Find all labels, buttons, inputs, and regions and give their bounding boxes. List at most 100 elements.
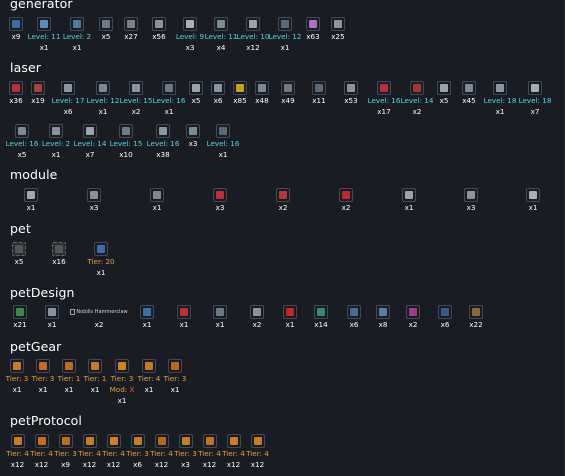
item-count: x4 [216,43,226,52]
module-items: x1 x3 x1 x3 x2 x2 x1 x3 x1 [6,182,558,213]
item-count: x1 [285,320,295,329]
generator-item: x5 [95,11,117,42]
generator-item-icon [9,17,23,31]
petGear-item: Tier: 1 x1 [58,353,80,395]
laser-item: Level: 14 x2 [401,75,433,117]
item-level: Level: 10 [236,32,270,41]
petDesign-item-icon [469,305,483,319]
item-count: x1 [51,150,61,159]
laser-item: Level: 14 x7 [74,118,106,160]
item-level: Level: 2 [41,139,71,148]
petProtocol-item-icon [178,434,193,448]
laser-item: Level: 16 x38 [146,118,180,160]
section-title-petProtocol: petProtocol [10,413,82,428]
laser-item: Level: 18 x1 [484,75,516,117]
item-count: x3 [466,203,476,212]
item-tier: Tier: 4 [150,449,173,458]
item-tier: Tier: 20 [87,257,115,266]
module-item: x1 [508,182,558,213]
petDesign-item-icon [376,305,390,319]
item-count: x5 [101,32,111,41]
petDesign-item-icon [347,305,361,319]
laser-item-icon [15,124,29,138]
module-item-icon [150,188,164,202]
petProtocol-item: Tier: 4 x12 [78,428,101,470]
petDesign-item: x1 [166,299,202,330]
module-item-icon [402,188,416,202]
item-count: x1 [164,107,174,116]
item-level: Level: 11 [27,32,61,41]
module-item-icon [87,188,101,202]
generator-item: Level: 2 x1 [62,11,92,53]
laser-item: Level: 16 x5 [6,118,38,160]
item-tier: Tier: 3 [163,374,187,383]
laser-items-row-1: x36 x19 Level: 17 x6 Level: 12 x1 Level: 15 x2 L… [6,75,552,117]
item-level: Level: 16 [152,96,186,105]
petGear-item-icon [168,359,182,373]
petProtocol-item-icon [154,434,169,448]
item-count: x1 [179,320,189,329]
laser-item-icon [119,124,133,138]
petDesign-item: x1 [129,299,165,330]
laser-item-icon [96,81,110,95]
petDesign-item: x6 [430,299,460,330]
petProtocol-item: Tier: 3 x9 [54,428,77,470]
item-tier: Tier: 3 [31,374,55,383]
petProtocol-item: Tier: 4 x12 [30,428,53,470]
item-count: x6 [440,320,450,329]
item-count: x5 [439,96,449,105]
laser-item-icon [162,81,176,95]
pet-item-icon [94,242,108,256]
laser-item-icon [186,124,200,138]
pet-item-icon [52,242,66,256]
petDesign-item: x6 [339,299,369,330]
item-count: x85 [233,96,247,105]
laser-item-icon [462,81,476,95]
item-count: x12 [106,460,121,469]
generator-item: Level: 11 x1 [27,11,61,53]
petDesign-item: x21 [6,299,34,330]
item-tier: Tier: 4 [198,449,221,458]
petDesign-item: x14 [304,299,338,330]
module-item-icon [24,188,38,202]
module-item: x3 [68,182,120,213]
item-count: x11 [312,96,326,105]
item-level: Level: 11 [204,32,238,41]
laser-item-icon [156,124,170,138]
petProtocol-item: Tier: 4 x12 [222,428,245,470]
petGear-item-icon [115,359,129,373]
item-tier: Tier: 3 [126,449,149,458]
item-level: Level: 18 [483,96,517,105]
generator-item: Level: 9 x3 [176,11,204,53]
petGear-items: Tier: 3 x1 Tier: 3 x1 Tier: 1 x1 Tier: 1 x1 Tier… [6,353,186,406]
item-count: x1 [528,203,538,212]
item-count: x25 [331,32,345,41]
module-item: x2 [258,182,308,213]
laser-item-icon [9,81,23,95]
laser-item: x36 [6,75,26,106]
item-count: x3 [181,460,190,469]
laser-item: x5 [186,75,206,106]
petGear-item: Tier: 4 x1 [138,353,160,395]
pet-item-icon [12,242,26,256]
item-count: x1 [90,385,100,394]
item-count: x3 [185,43,195,52]
laser-item-icon [216,124,230,138]
laser-item: Level: 15 x2 [120,75,152,117]
item-count: x2 [412,107,422,116]
item-level: Level: 14 [73,139,107,148]
petProtocol-item-icon [106,434,121,448]
item-count: x12 [202,460,217,469]
pet-items: x5 x16 Tier: 20 x1 [6,236,116,278]
item-level: Level: 16 [367,96,401,105]
item-count: x9 [11,32,21,41]
petDesign-item-icon [13,305,27,319]
item-tier: Tier: 4 [102,449,125,458]
generator-item: x9 [6,11,26,42]
petDesign-item: x2 [397,299,429,330]
petGear-item-icon [10,359,24,373]
petGear-item: Tier: 3 x1 [164,353,186,395]
laser-item: x6 [208,75,228,106]
item-count: x48 [255,96,269,105]
petDesign-item-icon [140,305,154,319]
